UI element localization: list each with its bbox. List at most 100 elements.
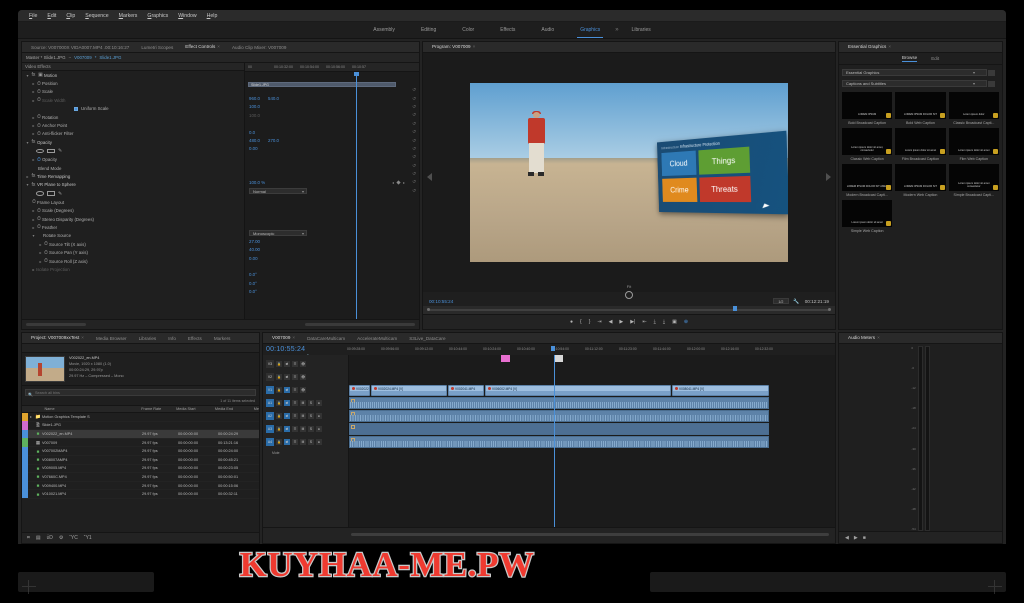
reset-icon[interactable]: ↺	[412, 163, 416, 169]
value-rotation[interactable]: 0.0 ↺	[245, 128, 419, 136]
track-output-icon[interactable]: 👁	[300, 373, 306, 380]
property-feather[interactable]: ▸ ⏱ Feather	[22, 223, 244, 231]
template-card[interactable]: LOREM IPSUM DOLOR SIT Modern Web Caption	[895, 164, 946, 197]
property-source-pan[interactable]: ▸ ⏱ Source Pan (Y axis)	[22, 248, 244, 256]
property-scale-width[interactable]: ▸ ⏱ Scale Width	[22, 96, 244, 104]
close-icon[interactable]: ×	[81, 335, 84, 340]
value-opacity[interactable]: 100.0 % ◂ ▸ ↺	[245, 178, 419, 186]
template-thumbnail[interactable]: Lorem ipsum dolor	[948, 92, 999, 119]
template-card[interactable]: Lorem ipsum dolor sit amet Film Broadcas…	[895, 128, 946, 161]
track-mute-icon[interactable]: M	[300, 425, 306, 432]
template-thumbnail[interactable]: Lorem ipsum dolor sit amet	[842, 200, 893, 227]
column-media-start[interactable]: Media Start	[173, 407, 212, 411]
template-thumbnail[interactable]: Lorem ipsum dolor sit amet consectetur	[948, 164, 999, 191]
checkbox-icon[interactable]	[74, 106, 78, 111]
close-icon[interactable]: ×	[217, 44, 220, 49]
value-source-roll[interactable]: 0.0°	[245, 287, 419, 295]
workspace-tab-color[interactable]: Color	[449, 27, 487, 33]
rectangle-mask-icon[interactable]	[47, 148, 55, 154]
meter-play-icon[interactable]: ▶	[854, 535, 858, 541]
track-header-v2[interactable]: V2 🔒 ⇄ ☰ 👁	[263, 370, 348, 383]
tab-effects[interactable]: Effects	[182, 333, 208, 343]
project-column-headers[interactable]: Name Frame Rate Media Start Media End Me	[22, 405, 259, 413]
go-to-in-button[interactable]: ⇥	[597, 319, 601, 325]
workspace-tab-editing[interactable]: Editing	[408, 27, 449, 33]
workspace-tab-libraries[interactable]: Libraries	[619, 27, 664, 33]
track-sync-lock-icon[interactable]: ⇄	[284, 386, 290, 393]
track-targeting-icon[interactable]: ☰	[292, 438, 298, 445]
timeline-playhead[interactable]	[554, 355, 555, 527]
track-solo-icon[interactable]: S	[308, 399, 314, 406]
menu-item-window[interactable]: Window	[173, 10, 201, 22]
template-thumbnail[interactable]: LOREM IPSUM DOLOR SIT AMET	[842, 164, 893, 191]
master-track-header[interactable]: Mute	[263, 448, 348, 458]
value-anti-flicker[interactable]: 0.00 ↺	[245, 145, 419, 153]
value-rotation-amount[interactable]: 0.0	[249, 130, 255, 135]
value-scale-amount[interactable]: 100.0	[249, 104, 260, 109]
value-position-x[interactable]: 960.0	[249, 96, 260, 101]
program-monitor-video-frame[interactable]: Infrastructure Infrastructure Protection…	[470, 83, 788, 262]
tab-accelerate-multicam[interactable]: AccelerateMulticam	[351, 333, 403, 343]
template-card[interactable]: Lorem ipsum dolor sit amet, consectetur …	[842, 128, 893, 161]
chevron-down-icon[interactable]: ▾	[973, 69, 975, 76]
track-lock-icon[interactable]: 🔒	[276, 399, 282, 406]
track-solo-icon[interactable]: S	[308, 425, 314, 432]
track-sync-lock-icon[interactable]: ⇄	[284, 360, 290, 367]
effect-group-vr-plane-to-sphere[interactable]: ▾ fx VR Plane to Sphere	[22, 181, 244, 189]
track-label-a1[interactable]: A1	[266, 398, 274, 407]
reset-icon[interactable]: ↺	[412, 171, 416, 177]
menu-item-markers[interactable]: Markers	[114, 10, 143, 22]
track-label-a3[interactable]: A3	[266, 424, 274, 433]
play-stop-button[interactable]: ▶	[619, 319, 623, 325]
value-stereo-disparity-amount[interactable]: 40.00	[249, 247, 260, 252]
frame-layout-select[interactable]: Monoscopic	[249, 230, 307, 236]
effect-group-time-remapping[interactable]: ▸ fx Time Remapping	[22, 172, 244, 180]
value-anchor-x[interactable]: 480.0	[249, 138, 260, 143]
property-anchor-point[interactable]: ▸ ⏱ Anchor Point	[22, 121, 244, 129]
tab-info[interactable]: Info	[162, 333, 182, 343]
playback-resolution-select[interactable]: 1/2	[772, 297, 789, 304]
meter-prev-icon[interactable]: ◀	[845, 535, 849, 541]
tab-markers[interactable]: Markers	[208, 333, 237, 343]
menu-item-edit[interactable]: Edit	[42, 10, 61, 22]
reset-icon[interactable]: ↺	[412, 138, 416, 144]
effect-group-opacity[interactable]: ▾ fx Opacity	[22, 138, 244, 146]
template-card[interactable]: LOREM IPSUM DOLOR SIT Bold Web Caption	[895, 92, 946, 125]
timeline-clip[interactable]: V002022_en.MP4 [V]	[349, 385, 370, 396]
value-source-tilt-amount[interactable]: 0.0°	[249, 272, 257, 277]
template-card[interactable]: LOREM IPSUM DOLOR SIT AMET Modern Broadc…	[842, 164, 893, 197]
project-search-input[interactable]: Search all bins	[25, 389, 256, 398]
audio-clip-a2[interactable]	[349, 410, 769, 422]
property-uniform-scale[interactable]: Uniform Scale	[22, 105, 244, 113]
track-header-a2[interactable]: A2 🔒 ⇄ ☰ M S ●	[263, 409, 348, 422]
reset-icon[interactable]: ↺	[412, 146, 416, 152]
template-thumbnail[interactable]: Lorem ipsum dolor sit amet	[948, 128, 999, 155]
property-vr-scale[interactable]: ▸ ⏱ Scale (Degrees)	[22, 206, 244, 214]
tab-sequence-v007009[interactable]: V007009 ×	[266, 333, 301, 343]
property-isolate-projection[interactable]: ▸ Isolate Projection	[22, 265, 244, 273]
value-opacity-amount[interactable]: 100.0 %	[249, 180, 265, 185]
track-header-a3[interactable]: A3 🔒 ⇄ ☰ M S ●	[263, 422, 348, 435]
reset-icon[interactable]: ↺	[412, 121, 416, 127]
track-mute-icon[interactable]: M	[300, 438, 306, 445]
list-item[interactable]: ■ V07660C.MP4 29.97 fps 00:00:00:00 00:0…	[22, 472, 259, 482]
property-anti-flicker-filter[interactable]: ▸ ⏱ Anti-flicker Filter	[22, 130, 244, 138]
value-vr-scale-amount[interactable]: 27.00	[249, 239, 260, 244]
export-frame-button[interactable]: ▣	[672, 319, 677, 325]
menu-item-clip[interactable]: Clip	[61, 10, 80, 22]
ellipse-mask-icon[interactable]	[36, 148, 44, 154]
effect-controls-timeline-scrollbar[interactable]	[305, 323, 415, 326]
reset-icon[interactable]: ↺	[412, 112, 416, 118]
tab-audio-clip-mixer[interactable]: Audio Clip Mixer: V007009	[226, 42, 292, 52]
rectangle-mask-icon[interactable]	[47, 191, 55, 196]
value-vr-scale[interactable]: 27.00	[245, 237, 419, 245]
track-sync-lock-icon[interactable]: ⇄	[284, 399, 290, 406]
track-voice-icon[interactable]: ●	[316, 399, 322, 406]
value-source-pan[interactable]: 0.0°	[245, 279, 419, 287]
property-rotate-source-group[interactable]: ▾ Rotate Source	[22, 232, 244, 240]
list-item[interactable]: ■ V002022_en.MP4 29.97 fps 00:00:00:00 0…	[22, 429, 259, 439]
chevron-down-icon[interactable]: ▾	[973, 80, 975, 87]
track-header-a4[interactable]: A4 🔒 ⇄ ☰ M S ●	[263, 435, 348, 448]
track-header-a1[interactable]: A1 🔒 ⇄ ☰ M S ●	[263, 396, 348, 409]
value-blend-mode[interactable]: Normal ↺	[245, 187, 419, 195]
